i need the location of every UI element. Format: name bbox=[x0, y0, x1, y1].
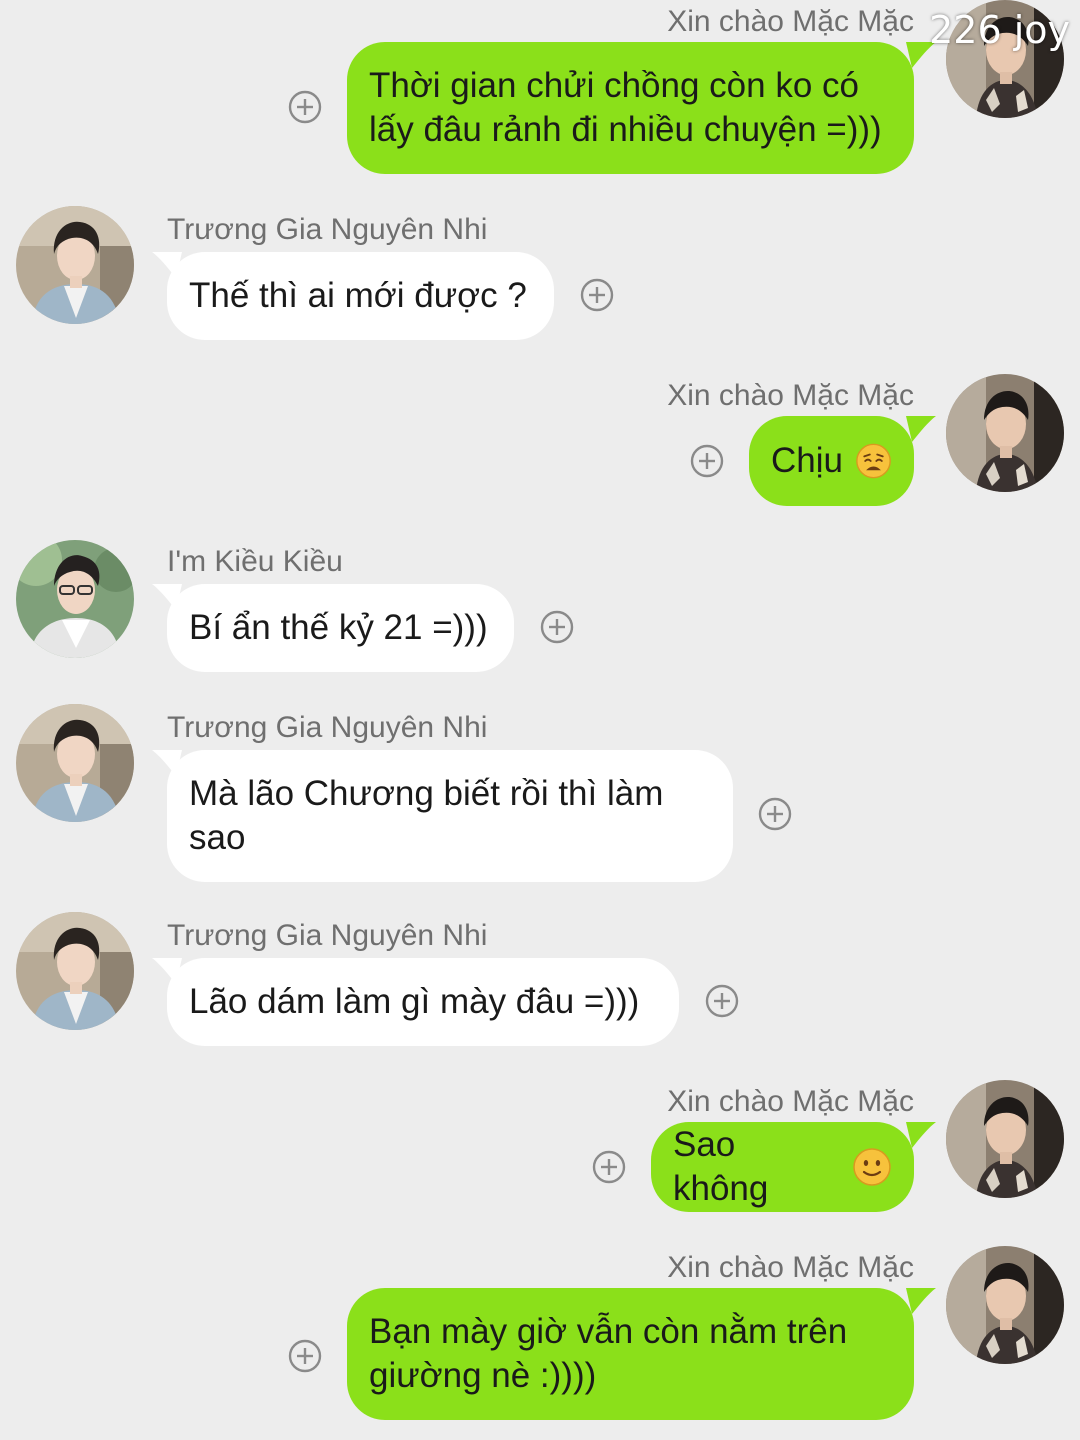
message-bubble[interactable]: Chịu bbox=[749, 416, 914, 506]
avatar[interactable] bbox=[16, 912, 134, 1030]
sender-name: Xin chào Mặc Mặc bbox=[667, 5, 914, 38]
sender-name: I'm Kiều Kiều bbox=[167, 545, 343, 578]
add-reaction-icon[interactable] bbox=[758, 797, 792, 831]
message-bubble[interactable]: Thế thì ai mới được ? bbox=[167, 252, 554, 340]
avatar[interactable] bbox=[946, 1246, 1064, 1364]
message-row: Xin chào Mặc Mặc Chịu bbox=[0, 374, 1080, 514]
message-bubble[interactable]: Sao không bbox=[651, 1122, 914, 1212]
message-bubble[interactable]: Mà lão Chương biết rồi thì làm sao bbox=[167, 750, 733, 882]
avatar-image bbox=[946, 1246, 1064, 1364]
add-reaction-icon[interactable] bbox=[288, 90, 322, 124]
message-bubble[interactable]: Bạn mày giờ vẫn còn nằm trên giường nè :… bbox=[347, 1288, 914, 1420]
message-text: Lão dám làm gì mày đâu =))) bbox=[189, 982, 640, 1021]
weary-face-icon bbox=[855, 441, 892, 481]
message-text: Mà lão Chương biết rồi thì làm sao bbox=[189, 774, 664, 857]
sender-name: Trương Gia Nguyên Nhi bbox=[167, 711, 488, 744]
avatar[interactable] bbox=[16, 206, 134, 324]
message-row: Trương Gia Nguyên Nhi Mà lão Chương biết… bbox=[0, 704, 1080, 884]
avatar-image bbox=[946, 1080, 1064, 1198]
smiling-face-icon bbox=[852, 1147, 892, 1187]
message-row: Trương Gia Nguyên Nhi Lão dám làm gì mày… bbox=[0, 912, 1080, 1052]
add-reaction-icon[interactable] bbox=[592, 1150, 626, 1184]
message-row: Xin chào Mặc Mặc Bạn mày giờ vẫn còn nằm… bbox=[0, 1246, 1080, 1426]
sender-name: Xin chào Mặc Mặc bbox=[667, 1251, 914, 1284]
sender-name: Xin chào Mặc Mặc bbox=[667, 1085, 914, 1118]
add-reaction-icon[interactable] bbox=[288, 1339, 322, 1373]
message-text: Bạn mày giờ vẫn còn nằm trên giường nè :… bbox=[369, 1312, 848, 1395]
message-text: Bí ẩn thế kỷ 21 =))) bbox=[189, 608, 488, 647]
avatar[interactable] bbox=[946, 1080, 1064, 1198]
avatar-image bbox=[16, 704, 134, 822]
message-row: Xin chào Mặc Mặc Sao không bbox=[0, 1080, 1080, 1220]
message-text: Chịu bbox=[771, 441, 843, 480]
add-reaction-icon[interactable] bbox=[580, 278, 614, 312]
message-text: Thời gian chửi chồng còn ko có lấy đâu r… bbox=[369, 66, 882, 149]
message-row: I'm Kiều Kiều Bí ẩn thế kỷ 21 =))) bbox=[0, 538, 1080, 678]
message-row: Xin chào Mặc Mặc Thời gian chửi chồng cò… bbox=[0, 0, 1080, 180]
add-reaction-icon[interactable] bbox=[690, 444, 724, 478]
avatar-image bbox=[16, 206, 134, 324]
avatar[interactable] bbox=[16, 540, 134, 658]
avatar-image bbox=[946, 374, 1064, 492]
add-reaction-icon[interactable] bbox=[540, 610, 574, 644]
avatar-image bbox=[16, 540, 134, 658]
avatar-image bbox=[16, 912, 134, 1030]
watermark-text: 226 joy bbox=[929, 8, 1070, 52]
avatar[interactable] bbox=[16, 704, 134, 822]
message-text: Sao không bbox=[673, 1125, 769, 1208]
message-bubble[interactable]: Lão dám làm gì mày đâu =))) bbox=[167, 958, 679, 1046]
sender-name: Trương Gia Nguyên Nhi bbox=[167, 919, 488, 952]
message-row: Trương Gia Nguyên Nhi Thế thì ai mới đượ… bbox=[0, 206, 1080, 346]
sender-name: Xin chào Mặc Mặc bbox=[667, 379, 914, 412]
message-bubble[interactable]: Thời gian chửi chồng còn ko có lấy đâu r… bbox=[347, 42, 914, 174]
avatar[interactable] bbox=[946, 374, 1064, 492]
message-text: Thế thì ai mới được ? bbox=[189, 276, 527, 315]
message-bubble[interactable]: Bí ẩn thế kỷ 21 =))) bbox=[167, 584, 514, 672]
sender-name: Trương Gia Nguyên Nhi bbox=[167, 213, 488, 246]
add-reaction-icon[interactable] bbox=[705, 984, 739, 1018]
